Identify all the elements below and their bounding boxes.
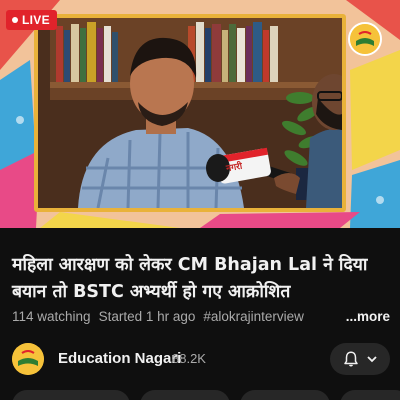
mic-flag-label: नगरी <box>225 161 244 175</box>
channel-watermark-logo[interactable] <box>348 22 382 56</box>
share-chip[interactable] <box>140 390 230 400</box>
watching-count: 114 watching <box>12 309 91 324</box>
live-dot-icon <box>12 17 18 23</box>
remix-chip[interactable] <box>240 390 330 400</box>
video-player[interactable]: नगरी LIVE <box>0 0 400 228</box>
book-logo-icon <box>350 24 380 54</box>
chevron-down-icon <box>367 356 377 363</box>
notification-button[interactable] <box>330 343 390 375</box>
started-time: Started 1 hr ago <box>98 309 196 324</box>
channel-avatar[interactable] <box>12 343 44 375</box>
subscriber-count: 88.2K <box>172 351 206 366</box>
hashtag-link[interactable]: #alokrajinterview <box>203 309 304 324</box>
channel-name[interactable]: Education Nagari <box>58 350 181 367</box>
book-logo-icon <box>12 343 44 375</box>
channel-row[interactable]: Education Nagari 88.2K <box>0 339 400 379</box>
bell-icon <box>344 351 358 367</box>
video-frame: नगरी <box>34 14 346 212</box>
video-stats[interactable]: 114 watching Started 1 hr ago #alokrajin… <box>12 309 396 324</box>
action-chip-row <box>0 390 400 400</box>
video-title[interactable]: महिला आरक्षण को लेकर CM Bhajan Lal ने दि… <box>12 252 392 306</box>
download-chip[interactable] <box>340 390 400 400</box>
live-badge: LIVE <box>6 10 57 30</box>
more-button[interactable]: ...more <box>346 309 390 324</box>
live-label: LIVE <box>22 13 50 27</box>
like-chip[interactable] <box>12 390 130 400</box>
